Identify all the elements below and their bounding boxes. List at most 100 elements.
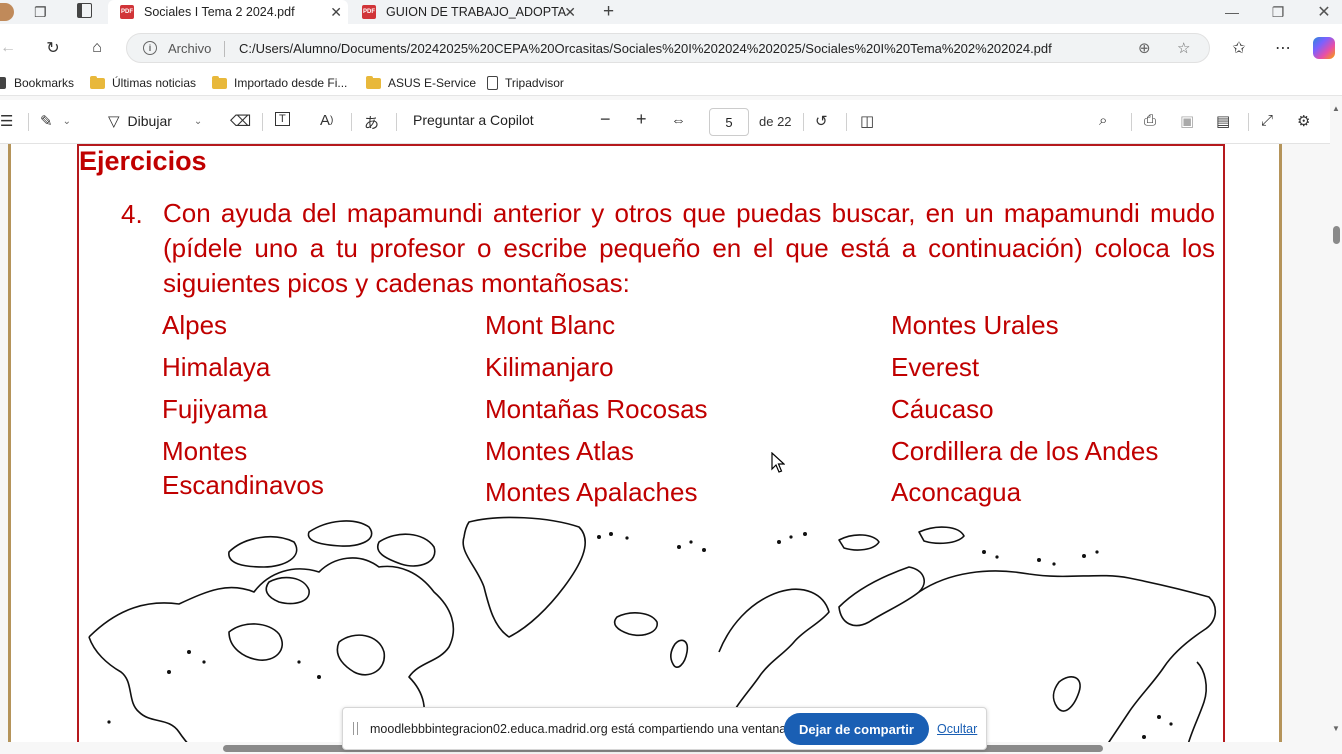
text-box-icon[interactable]: T — [275, 112, 290, 126]
url-text[interactable]: C:/Users/Alumno/Documents/20242025%20CEP… — [239, 41, 1052, 56]
bookmark-label: Importado desde Fi... — [234, 76, 348, 90]
folder-icon — [366, 75, 381, 89]
list-item: Montañas Rocosas — [485, 394, 708, 424]
vertical-scrollbar[interactable]: ▲ ▼ — [1330, 100, 1342, 740]
close-tab-icon[interactable]: ✕ — [564, 4, 576, 21]
tab-strip: ❐ PDF Sociales I Tema 2 2024.pdf ✕ PDF G… — [0, 0, 1342, 24]
vertical-tabs-icon[interactable] — [77, 3, 92, 18]
stop-sharing-button[interactable]: Dejar de compartir — [784, 713, 929, 745]
pdf-page: Ejercicios 4. Con ayuda del mapamundi an… — [8, 144, 1282, 754]
scroll-up-icon[interactable]: ▲ — [1332, 104, 1340, 113]
favorites-icon[interactable]: ✩ — [1227, 36, 1251, 60]
search-icon[interactable]: ⌕ — [1099, 112, 1107, 129]
bookmark-label: Últimas noticias — [112, 76, 197, 90]
screen-share-bar: moodlebbbintegracion02.educa.madrid.org … — [342, 707, 987, 750]
list-item: Everest — [891, 352, 980, 382]
save-icon[interactable]: ▣ — [1180, 112, 1194, 130]
hide-link[interactable]: Ocultar — [937, 722, 977, 736]
tab-guion[interactable]: PDF GUION DE TRABAJO_ADOPTA UN ✕ — [352, 0, 592, 24]
bookmark-label: Tripadvisor — [505, 76, 564, 90]
page-icon — [487, 76, 498, 90]
list-item: Fujiyama — [162, 394, 268, 424]
fit-width-icon[interactable]: ⇔ — [671, 112, 686, 129]
new-tab-icon[interactable]: + — [603, 1, 614, 23]
toolbar-separator — [846, 113, 847, 131]
toolbar-separator — [28, 113, 29, 131]
security-label: Archivo — [168, 41, 212, 56]
more-menu-icon[interactable]: ⋯ — [1271, 36, 1295, 60]
ask-copilot-button[interactable]: Preguntar a Copilot — [413, 112, 534, 128]
save-as-icon[interactable]: ▤ — [1216, 112, 1230, 130]
close-tab-icon[interactable]: ✕ — [330, 4, 342, 21]
toolbar-separator — [262, 113, 263, 131]
scroll-down-icon[interactable]: ▼ — [1332, 724, 1340, 733]
tab-label: Sociales I Tema 2 2024.pdf — [144, 5, 295, 19]
highlight-icon[interactable]: ✎ ⌄ — [40, 112, 71, 130]
read-aloud-icon[interactable]: A) — [320, 112, 333, 129]
favorite-star-icon[interactable]: ☆ — [1177, 39, 1190, 57]
address-row: ← ↻ ⌂ i Archivo C:/Users/Alumno/Document… — [0, 24, 1342, 72]
tab-sociales[interactable]: PDF Sociales I Tema 2 2024.pdf ✕ — [108, 0, 348, 24]
drag-handle-icon[interactable] — [353, 722, 358, 735]
draw-button[interactable]: ▽ Dibujar ⌄ — [108, 112, 202, 130]
bookmark-label: ASUS E-Service — [388, 76, 477, 90]
refresh-icon[interactable]: ↻ — [41, 36, 65, 60]
list-item: Himalaya — [162, 352, 271, 382]
list-item: Alpes — [162, 310, 228, 340]
translate-icon[interactable]: あ — [364, 112, 379, 133]
toolbar-separator — [803, 113, 804, 131]
pdf-toolbar: ☰ ✎ ⌄ ▽ Dibujar ⌄ ⌫ T A) あ Preguntar a Co… — [0, 100, 1342, 144]
address-bar[interactable]: i Archivo C:/Users/Alumno/Documents/2024… — [126, 33, 1210, 63]
folder-icon — [212, 75, 227, 89]
share-message: moodlebbbintegracion02.educa.madrid.org … — [370, 722, 790, 736]
toolbar-separator — [1131, 113, 1132, 131]
pdf-viewer[interactable]: Ejercicios 4. Con ayuda del mapamundi an… — [0, 144, 1342, 754]
rotate-icon[interactable]: ↺ — [815, 112, 828, 130]
list-item: Montes Escandinavos — [162, 436, 324, 500]
list-item: Mont Blanc — [485, 310, 616, 340]
home-icon[interactable]: ⌂ — [85, 36, 109, 60]
restore-icon[interactable]: ❐ — [1255, 0, 1301, 24]
page-view-icon[interactable]: ◫ — [860, 112, 874, 130]
list-item: Montes Apalaches — [485, 477, 698, 507]
list-item: Cáucaso — [891, 394, 994, 424]
profile-avatar[interactable] — [0, 3, 14, 21]
bookmark-tripadvisor[interactable]: Tripadvisor — [487, 76, 564, 90]
page-number-input[interactable]: 5 — [709, 108, 749, 136]
copilot-icon[interactable] — [1313, 37, 1335, 59]
zoom-icon[interactable]: ⊕ — [1138, 39, 1151, 57]
bookmark-item[interactable]: Bookmarks — [0, 76, 74, 90]
minimize-icon[interactable]: — — [1209, 0, 1255, 24]
bookmarks-bar: Bookmarks Últimas noticias Importado des… — [0, 72, 1342, 96]
section-title: Ejercicios — [79, 146, 207, 176]
toolbar-separator — [1248, 113, 1249, 131]
question-number: 4. — [121, 199, 143, 229]
print-icon[interactable]: ⎙ — [1144, 112, 1156, 129]
bookmark-folder-noticias[interactable]: Últimas noticias — [90, 75, 197, 90]
zoom-out-icon[interactable]: − — [600, 109, 611, 130]
contents-icon[interactable]: ☰ — [0, 112, 13, 130]
workspaces-icon[interactable]: ❐ — [34, 4, 47, 21]
info-icon[interactable]: i — [143, 41, 157, 55]
close-window-icon[interactable]: ✕ — [1301, 0, 1342, 24]
pdf-icon: PDF — [120, 5, 134, 19]
settings-gear-icon[interactable]: ⚙ — [1297, 112, 1310, 130]
list-item: Cordillera de los Andes — [891, 436, 1159, 466]
question-text: Con ayuda del mapamundi anterior y otros… — [163, 198, 1215, 298]
eraser-icon[interactable]: ⌫ — [230, 112, 251, 130]
bookmark-label: Bookmarks — [14, 76, 75, 90]
list-item: Aconcagua — [891, 477, 1022, 507]
vertical-scroll-thumb[interactable] — [1333, 226, 1340, 244]
bookmark-folder-importado[interactable]: Importado desde Fi... — [212, 75, 348, 90]
folder-icon — [90, 75, 105, 89]
bookmark-folder-asus[interactable]: ASUS E-Service — [366, 75, 477, 90]
address-separator — [224, 41, 225, 57]
pdf-icon: PDF — [362, 5, 376, 19]
bookmarks-icon — [0, 77, 6, 89]
list-item: Montes Urales — [891, 310, 1059, 340]
list-item: Kilimanjaro — [485, 352, 614, 382]
zoom-in-icon[interactable]: + — [636, 109, 647, 130]
fullscreen-icon[interactable]: ⤢ — [1261, 112, 1273, 129]
draw-icon: ▽ — [108, 113, 120, 130]
back-icon[interactable]: ← — [0, 36, 20, 60]
